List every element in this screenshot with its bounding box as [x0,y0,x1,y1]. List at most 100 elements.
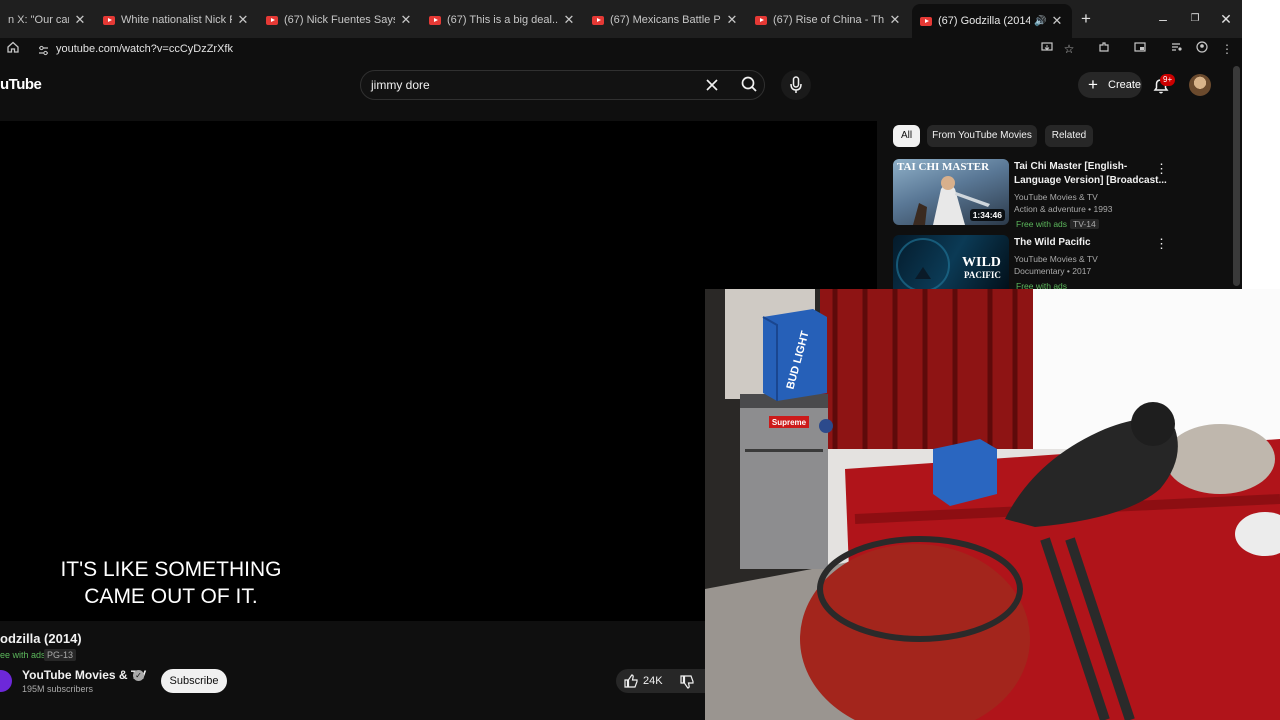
tab-close-icon[interactable]: ✕ [399,12,413,28]
youtube-favicon-icon [429,15,441,25]
video-caption: IT'S LIKE SOMETHING CAME OUT OF IT. [40,556,302,610]
channel-name[interactable]: YouTube Movies & TV [22,668,146,682]
recommendation-channel: YouTube Movies & TV [1014,192,1098,202]
verified-check-icon: ✓ [133,670,144,681]
recommendation-title-line: Language Version] [Broadcast... [1014,175,1167,186]
browser-tab[interactable]: White nationalist Nick Fuentes ✕ [95,6,258,34]
caption-line: CAME OUT OF IT. [84,585,258,608]
home-icon[interactable] [5,41,21,57]
clear-search-icon[interactable] [706,74,718,96]
video-title: odzilla (2014) [0,631,82,646]
minimize-window-icon[interactable]: – [1148,8,1178,30]
bookmark-star-icon[interactable]: ☆ [1061,41,1077,57]
tab-close-icon[interactable]: ✕ [725,12,739,28]
tab-title: (67) Nick Fuentes Says He'll All [284,14,395,26]
recommendation-channel: YouTube Movies & TV [1014,254,1098,264]
tab-close-icon[interactable]: ✕ [888,12,902,28]
webcam-scene: Supreme BUD LIGHT [705,289,1280,720]
create-label: Create [1108,79,1142,91]
youtube-favicon-icon [755,15,767,25]
tab-title: n X: "Our campaign [8,14,69,26]
recommendation-title-line: Tai Chi Master [English- [1014,161,1128,172]
video-thumbnail[interactable]: WILD PACIFIC [893,235,1009,289]
tab-close-icon[interactable]: ✕ [1050,13,1064,29]
restore-window-icon[interactable]: ❐ [1180,8,1210,30]
voice-search-button[interactable] [781,70,811,100]
search-button[interactable] [732,70,766,100]
tab-title: (67) Rise of China - The Econom [773,14,884,26]
search-icon [741,76,757,92]
browser-menu-icon[interactable]: ⋮ [1219,41,1235,57]
tab-close-icon[interactable]: ✕ [73,12,87,28]
thumbs-down-icon [680,675,694,689]
microphone-icon [790,76,802,93]
account-avatar[interactable] [1189,74,1211,96]
tab-title: (67) Godzilla (2014) - YouTube [938,15,1030,27]
browser-toolbar: youtube.com/watch?v=ccCyDzZrXfk ☆ ⋮ [0,38,1242,60]
desktop-background [1242,0,1280,290]
browser-tab[interactable]: n X: "Our campaign ✕ [0,6,95,34]
like-button[interactable] [623,673,639,694]
plus-icon: + [1088,75,1098,94]
recommendation-meta: Action & adventure • 1993 [1014,204,1113,214]
webcam-overlay: Supreme BUD LIGHT [705,289,1280,720]
thumbnail-title-text: WILD [962,255,1001,270]
search-query: jimmy dore [371,78,430,92]
notification-badge: 9+ [1160,74,1176,86]
address-bar[interactable]: youtube.com/watch?v=ccCyDzZrXfk [30,39,1085,59]
create-button[interactable]: + Create [1078,72,1142,98]
extensions-icon[interactable] [1096,41,1112,57]
free-with-ads-label: Free with ads [1016,219,1068,229]
youtube-favicon-icon [920,16,932,26]
chip-related[interactable]: Related [1045,125,1093,147]
new-tab-button[interactable]: + [1071,8,1101,30]
recommendation-title[interactable]: The Wild Pacific [1014,236,1091,250]
tab-audio-icon[interactable]: 🔊 [1034,16,1046,27]
install-app-icon[interactable] [1039,41,1055,57]
recommendation-title[interactable]: Tai Chi Master [English- Language Versio… [1014,160,1167,188]
thumbs-up-icon [624,674,638,688]
more-options-icon[interactable]: ⋮ [1155,162,1168,176]
close-window-icon[interactable]: ✕ [1211,8,1241,30]
youtube-logo[interactable]: uTube [0,76,42,93]
youtube-favicon-icon [266,15,278,25]
recommendation-meta: Documentary • 2017 [1014,266,1092,276]
browser-tab[interactable]: (67) Nick Fuentes Says He'll All ✕ [258,6,421,34]
free-with-ads-label: ee with ads [0,650,46,660]
tab-close-icon[interactable]: ✕ [236,12,250,28]
browser-tab[interactable]: (67) Mexicans Battle Police Out ✕ [584,6,747,34]
thumbnail-title-text: TAI CHI MASTER [897,161,990,173]
thumbnail-subtitle-text: PACIFIC [964,270,1001,280]
tab-close-icon[interactable]: ✕ [562,12,576,28]
browser-tab[interactable]: (67) Rise of China - The Econom ✕ [747,6,910,34]
rating-badge: PG-13 [44,649,77,661]
channel-avatar[interactable] [0,670,12,692]
media-control-icon[interactable] [1169,41,1185,57]
search-input[interactable]: jimmy dore [360,70,765,100]
more-options-icon[interactable]: ⋮ [1155,237,1168,251]
profile-icon[interactable] [1194,41,1210,57]
browser-tab-active[interactable]: (67) Godzilla (2014) - YouTube 🔊 ✕ [912,4,1072,38]
rating-badge: TV-14 [1070,219,1099,229]
chip-all[interactable]: All [893,125,920,147]
tab-title: (67) Mexicans Battle Police Out [610,14,721,26]
caption-line: IT'S LIKE SOMETHING [60,558,282,581]
youtube-favicon-icon [103,15,115,25]
video-duration: 1:34:46 [969,209,1005,221]
browser-tab-strip: n X: "Our campaign ✕ White nationalist N… [0,0,1242,38]
video-thumbnail[interactable]: TAI CHI MASTER 1:34:46 [893,159,1009,225]
browser-tab[interactable]: (67) This is a big deal.. - YouTube ✕ [421,6,584,34]
site-info-icon[interactable] [38,43,49,63]
subscriber-count: 195M subscribers [22,684,94,694]
like-count: 24K [643,675,663,687]
chip-from-youtube-movies[interactable]: From YouTube Movies [927,125,1037,147]
cast-icon[interactable] [1132,41,1148,57]
youtube-favicon-icon [592,15,604,25]
tab-title: White nationalist Nick Fuentes [121,14,232,26]
page-scrollbar[interactable] [1233,66,1240,286]
url-text: youtube.com/watch?v=ccCyDzZrXfk [56,43,233,55]
subscribe-button[interactable]: Subscribe [161,669,227,693]
tab-title: (67) This is a big deal.. - YouTube [447,14,558,26]
fridge-sticker-text: Supreme [772,418,807,427]
dislike-button[interactable] [679,674,695,695]
